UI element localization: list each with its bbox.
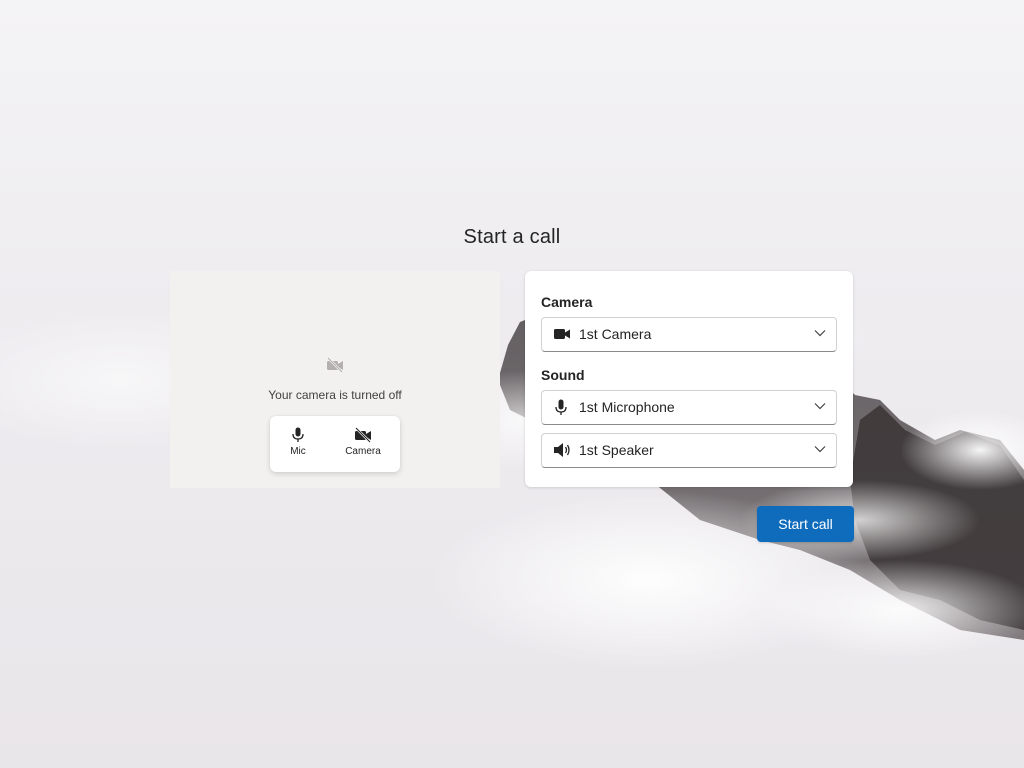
sound-section-label: Sound	[541, 367, 585, 383]
speaker-select-value: 1st Speaker	[579, 442, 654, 458]
speaker-icon	[554, 443, 570, 457]
camera-toggle-label: Camera	[345, 446, 381, 457]
chevron-down-icon	[814, 403, 826, 410]
microphone-select[interactable]: 1st Microphone	[541, 390, 837, 425]
page-title: Start a call	[463, 226, 561, 248]
device-toggle-bar: Mic Camera	[270, 416, 400, 472]
camera-select[interactable]: 1st Camera	[541, 317, 837, 352]
mic-toggle-label: Mic	[290, 446, 306, 457]
camera-off-message: Your camera is turned off	[268, 388, 402, 402]
camera-select-value: 1st Camera	[579, 326, 652, 342]
call-setup-page: Start a call Your camera is turned off M…	[0, 0, 1024, 768]
mic-toggle-button[interactable]: Mic	[270, 416, 326, 472]
video-off-icon	[355, 427, 371, 443]
video-camera-icon	[554, 329, 570, 339]
camera-section-label: Camera	[541, 294, 593, 310]
chevron-down-icon	[814, 330, 826, 337]
microphone-icon	[555, 399, 567, 415]
camera-toggle-button[interactable]: Camera	[334, 416, 392, 472]
microphone-icon	[292, 427, 304, 442]
speaker-select[interactable]: 1st Speaker	[541, 433, 837, 468]
start-call-button[interactable]: Start call	[757, 506, 854, 542]
microphone-select-value: 1st Microphone	[579, 399, 675, 415]
mountain-background	[0, 270, 1024, 670]
video-off-icon	[327, 357, 343, 373]
chevron-down-icon	[814, 446, 826, 453]
